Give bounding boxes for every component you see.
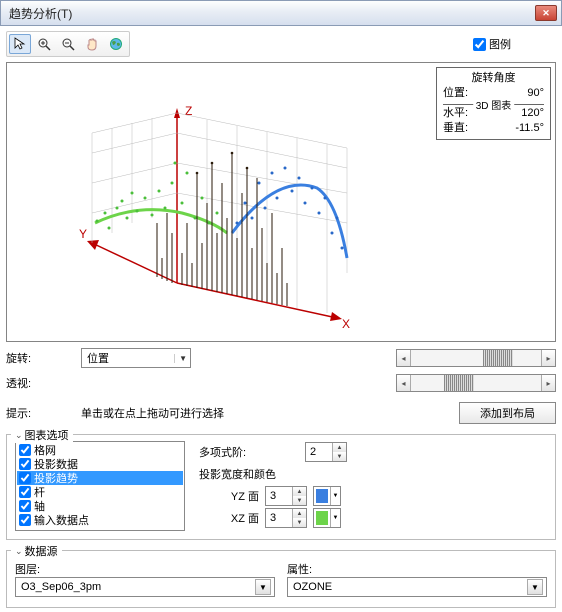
legend-checkbox[interactable]: 图例: [473, 36, 511, 52]
checklist-item[interactable]: 投影数据: [17, 457, 183, 471]
width-color-label: 投影宽度和颜色: [199, 466, 276, 482]
yz-width-spinner[interactable]: 3▲▼: [265, 486, 307, 506]
title-bar: 趋势分析(T) ✕: [0, 0, 562, 26]
slider-left[interactable]: ◂: [397, 350, 411, 366]
svg-text:Y: Y: [79, 227, 87, 241]
pan-tool[interactable]: [81, 34, 103, 54]
slider-right[interactable]: ▸: [541, 350, 555, 366]
checklist-item[interactable]: 杆: [17, 485, 183, 499]
datasource-fieldset: ⌄数据源 图层: O3_Sep06_3pm ▼ 属性: OZONE ▼: [6, 550, 556, 608]
perspective-label: 透视:: [6, 375, 81, 391]
toolbar: [6, 31, 130, 57]
globe-tool[interactable]: [105, 34, 127, 54]
plot-area[interactable]: Z X Y: [6, 62, 556, 342]
rotate-dropdown[interactable]: 位置 ▼: [81, 348, 191, 368]
window-title: 趋势分析(T): [9, 5, 535, 22]
checklist-item[interactable]: 投影趋势: [17, 471, 183, 485]
rotation-angle-panel: 旋转角度 位置:90° 3D 图表 水平:120° 垂直:-11.5°: [436, 67, 551, 140]
slider-right[interactable]: ▸: [541, 375, 555, 391]
rotate-label: 旋转:: [6, 350, 81, 366]
layer-label: 图层:: [15, 561, 275, 577]
poly-order-spinner[interactable]: 2 ▲▼: [305, 442, 347, 462]
xz-color-picker[interactable]: ▼: [313, 508, 341, 528]
pointer-tool[interactable]: [9, 34, 31, 54]
hint-text: 单击或在点上拖动可进行选择: [81, 405, 224, 421]
svg-text:X: X: [342, 317, 350, 331]
zoom-in-tool[interactable]: [33, 34, 55, 54]
zoom-out-tool[interactable]: [57, 34, 79, 54]
chevron-down-icon: ▼: [255, 579, 271, 595]
slider-left[interactable]: ◂: [397, 375, 411, 391]
chevron-down-icon: ▼: [527, 579, 543, 595]
close-button[interactable]: ✕: [535, 5, 557, 21]
perspective-slider[interactable]: ◂ ▸: [396, 374, 556, 392]
attribute-combo[interactable]: OZONE ▼: [287, 577, 547, 597]
layer-combo[interactable]: O3_Sep06_3pm ▼: [15, 577, 275, 597]
legend-label: 图例: [489, 36, 511, 52]
collapse-icon[interactable]: ⌄: [15, 546, 23, 557]
checklist-item[interactable]: 轴: [17, 499, 183, 513]
attribute-label: 属性:: [287, 561, 547, 577]
poly-order-label: 多项式阶:: [199, 444, 299, 460]
chart-options-list[interactable]: 格网投影数据投影趋势杆轴输入数据点: [15, 441, 185, 531]
angle-title: 旋转角度: [437, 68, 550, 86]
rotate-slider[interactable]: ◂ ▸: [396, 349, 556, 367]
legend-checkbox-input[interactable]: [473, 38, 486, 51]
xz-width-spinner[interactable]: 3▲▼: [265, 508, 307, 528]
yz-color-picker[interactable]: ▼: [313, 486, 341, 506]
checklist-item[interactable]: 格网: [17, 443, 183, 457]
chart-3d: Z X Y: [37, 73, 417, 333]
chevron-down-icon: ▼: [174, 354, 187, 363]
add-to-layout-button[interactable]: 添加到布局: [459, 402, 556, 424]
checklist-item[interactable]: 输入数据点: [17, 513, 183, 527]
collapse-icon[interactable]: ⌄: [15, 430, 23, 441]
hint-label: 提示:: [6, 405, 81, 421]
chart-options-fieldset: ⌄图表选项 格网投影数据投影趋势杆轴输入数据点 多项式阶: 2 ▲▼ 投影宽度和…: [6, 434, 556, 540]
